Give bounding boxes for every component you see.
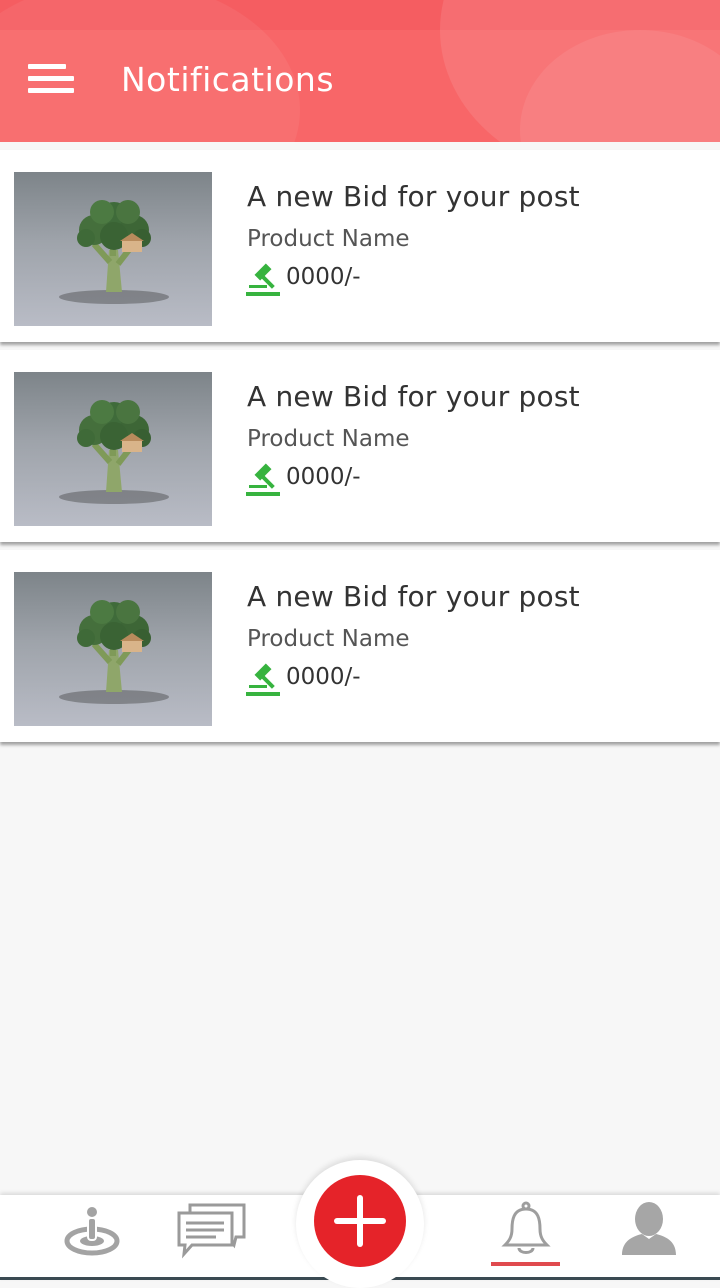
notification-title: A new Bid for your post [247,380,580,413]
gavel-icon [245,262,283,298]
notification-item[interactable]: A new Bid for your post Product Name 000… [0,550,720,742]
notification-title: A new Bid for your post [247,180,580,213]
bid-amount: 0000/- [286,264,361,290]
notification-list: A new Bid for your post Product Name 000… [0,150,720,750]
product-name: Product Name [247,226,410,252]
gavel-icon [245,662,283,698]
hamburger-menu-icon[interactable] [22,56,78,104]
product-name: Product Name [247,626,410,652]
location-pin-icon[interactable] [58,1195,126,1277]
product-thumbnail [14,172,212,326]
bid-amount: 0000/- [286,664,361,690]
notification-item[interactable]: A new Bid for your post Product Name 000… [0,150,720,342]
app-header: Notifications [0,0,720,142]
active-tab-indicator [491,1262,560,1266]
add-icon[interactable] [314,1175,406,1267]
bid-amount: 0000/- [286,464,361,490]
gavel-icon [245,462,283,498]
product-thumbnail [14,572,212,726]
chat-icon[interactable] [176,1195,248,1277]
notification-title: A new Bid for your post [247,580,580,613]
notification-item[interactable]: A new Bid for your post Product Name 000… [0,350,720,542]
page-title: Notifications [121,60,335,99]
product-name: Product Name [247,426,410,452]
product-thumbnail [14,372,212,526]
profile-icon[interactable] [620,1195,678,1277]
